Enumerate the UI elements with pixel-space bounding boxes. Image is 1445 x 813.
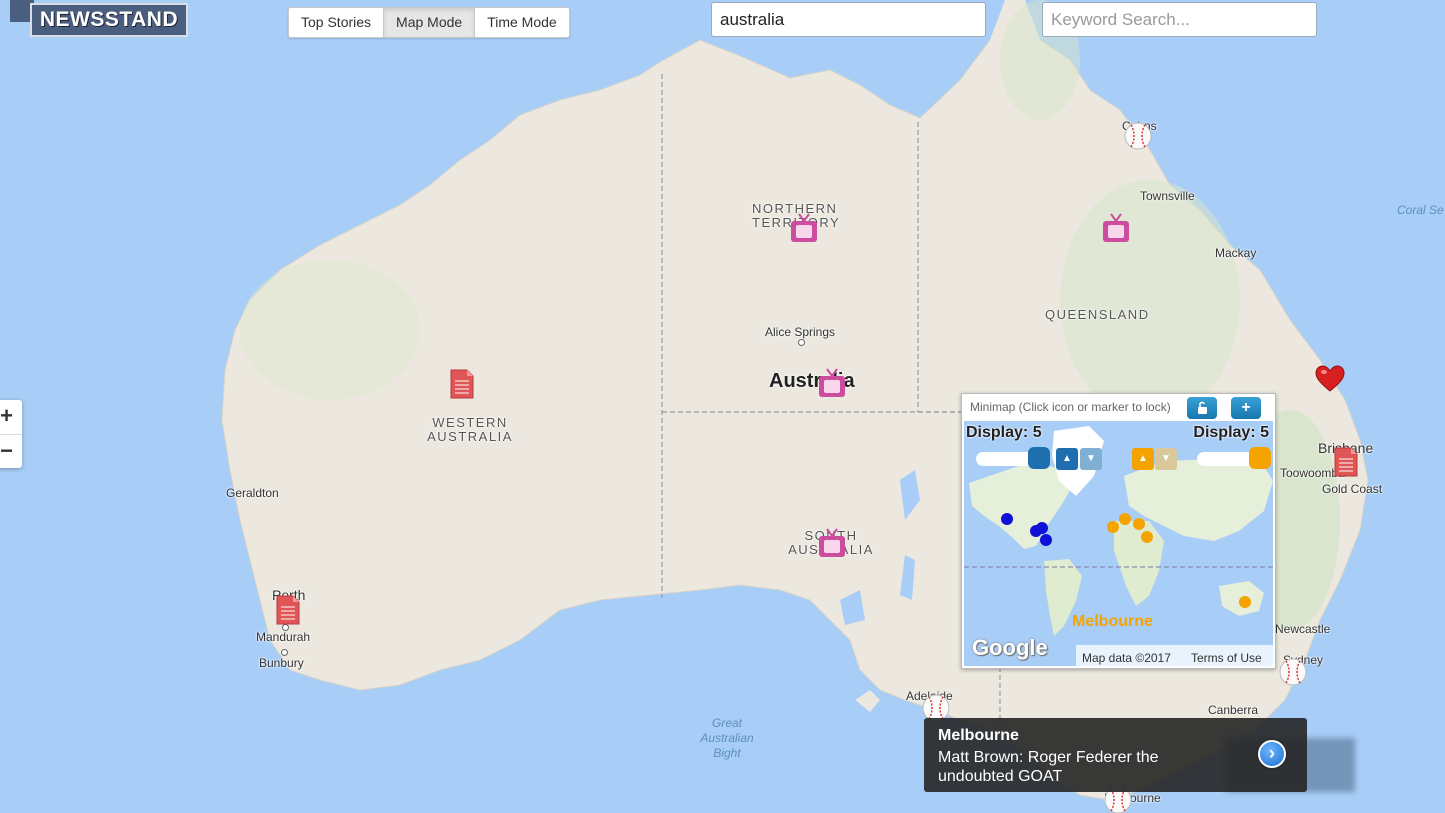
label-alice-springs: Alice Springs [765, 325, 836, 339]
zoom-in-button[interactable]: + [0, 400, 22, 435]
label-mandurah: Mandurah [256, 630, 311, 644]
label-queensland: QUEENSLAND [1045, 307, 1150, 322]
label-mackay: Mackay [1215, 246, 1257, 260]
plus-icon[interactable]: + [1231, 397, 1261, 419]
location-search-input[interactable] [711, 2, 986, 37]
zoom-control: + − [0, 400, 22, 468]
left-display-count: Display: 5 [966, 424, 1042, 441]
newsstand-logo[interactable]: NEWSSTAND [30, 3, 188, 37]
left-sort-up-icon[interactable]: ▲ [1056, 448, 1078, 470]
label-newcastle: Newcastle [1275, 622, 1331, 636]
label-great-australian-bight: Great Australian Bight [700, 716, 754, 760]
city-dot [798, 339, 805, 346]
baseball-icon[interactable] [1123, 121, 1153, 151]
tv-icon[interactable] [817, 367, 847, 399]
map-data-attribution: Map data ©2017 [1082, 651, 1171, 665]
baseball-icon[interactable] [1278, 657, 1308, 687]
label-bunbury: Bunbury [259, 656, 304, 670]
left-slider-handle[interactable] [1028, 447, 1050, 469]
document-icon[interactable] [1333, 447, 1359, 477]
label-townsville: Townsville [1140, 189, 1195, 203]
keyword-search-input[interactable] [1042, 2, 1317, 37]
tab-top-stories[interactable]: Top Stories [289, 8, 385, 37]
mode-tabs: Top Stories Map Mode Time Mode [288, 7, 570, 38]
left-sort-down-icon[interactable]: ▼ [1080, 448, 1102, 470]
tab-map-mode[interactable]: Map Mode [384, 8, 476, 37]
google-logo: Google [972, 635, 1048, 660]
minimap-title: Minimap (Click icon or marker to lock) [970, 400, 1171, 414]
minimap-panel[interactable]: Minimap (Click icon or marker to lock) + [961, 393, 1276, 669]
label-canberra: Canberra [1208, 703, 1259, 717]
terms-of-use-link[interactable]: Terms of Use [1191, 651, 1262, 665]
heart-icon[interactable] [1315, 365, 1345, 393]
label-western-australia: WESTERN AUSTRALIA [427, 415, 513, 444]
tab-time-mode[interactable]: Time Mode [475, 8, 569, 37]
label-gold-coast: Gold Coast [1322, 482, 1383, 496]
popup-headline[interactable]: Matt Brown: Roger Federer the undoubted … [938, 748, 1237, 786]
left-display-slider[interactable] [976, 447, 1050, 469]
minimap-world-map[interactable]: Display: 5 Display: 5 ▲ ▼ ▲ ▼ Melbourne … [964, 421, 1273, 666]
unlock-icon[interactable] [1187, 397, 1217, 419]
right-display-count: Display: 5 [1193, 424, 1269, 441]
right-sort-up-icon[interactable]: ▲ [1132, 448, 1154, 470]
label-coral-sea: Coral Se [1397, 203, 1444, 217]
label-geraldton: Geraldton [226, 486, 279, 500]
city-dot [282, 624, 289, 631]
zoom-out-button[interactable]: − [0, 435, 22, 469]
document-icon[interactable] [449, 369, 475, 399]
right-sort-down-icon[interactable]: ▼ [1155, 448, 1177, 470]
story-popup[interactable]: Melbourne Matt Brown: Roger Federer the … [924, 718, 1307, 792]
tv-icon[interactable] [789, 212, 819, 244]
tv-icon[interactable] [1101, 212, 1131, 244]
right-display-slider[interactable] [1197, 447, 1271, 469]
minimap-highlight-label: Melbourne [1072, 613, 1153, 630]
chevron-right-icon[interactable]: › [1258, 740, 1286, 768]
city-dot [281, 649, 288, 656]
popup-location: Melbourne [938, 727, 1019, 744]
document-icon[interactable] [275, 595, 301, 625]
right-slider-handle[interactable] [1249, 447, 1271, 469]
tv-icon[interactable] [817, 527, 847, 559]
